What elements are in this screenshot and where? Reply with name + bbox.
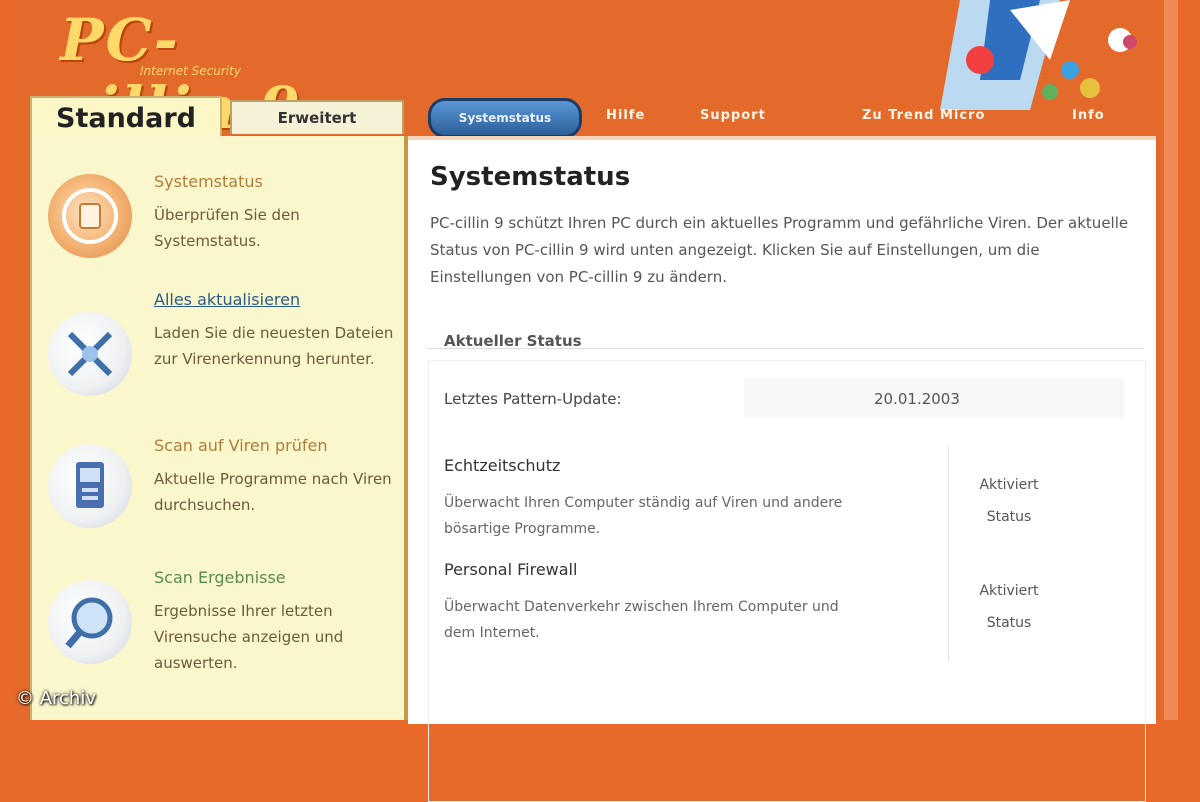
sidebar-item-title: Alles aktualisieren xyxy=(154,290,301,309)
scan-computer-icon xyxy=(48,444,132,528)
update-tools-icon xyxy=(48,312,132,396)
sidebar: Systemstatus Überprüfen Sie den Systemst… xyxy=(30,136,410,720)
main-panel: Systemstatus PC-cillin 9 schützt Ihren P… xyxy=(408,136,1156,802)
intro-text: PC-cillin 9 schützt Ihren PC durch ein a… xyxy=(430,214,1129,286)
status-shield-icon xyxy=(48,174,132,258)
results-magnifier-icon-graphic xyxy=(65,597,113,649)
image-credit: © Archiv xyxy=(16,688,96,709)
sidebar-item-desc: Überprüfen Sie den Systemstatus. xyxy=(154,206,300,250)
status-row-status[interactable]: Aktiviert Status xyxy=(948,446,1069,556)
nav-systemstatus-label: Systemstatus xyxy=(458,111,552,125)
nav-link-support[interactable]: Support xyxy=(700,108,766,123)
last-update-value: 20.01.2003 xyxy=(874,390,960,408)
page-title: Systemstatus xyxy=(430,162,631,192)
sidebar-item-title: Scan Ergebnisse xyxy=(154,568,286,587)
nav-systemstatus-button[interactable]: Systemstatus xyxy=(428,98,582,138)
sidebar-item-desc: Laden Sie die neuesten Dateien zur Viren… xyxy=(154,324,394,368)
status-row-title: Echtzeitschutz xyxy=(444,456,561,475)
update-tools-icon-graphic xyxy=(67,331,113,377)
tab-erweitert-label: Erweitert xyxy=(277,109,357,127)
status-shield-icon-graphic xyxy=(62,188,118,244)
nav-link-info[interactable]: Info xyxy=(1072,108,1105,123)
last-update-label: Letztes Pattern-Update: xyxy=(444,390,622,408)
nav-link-trend-micro[interactable]: Zu Trend Micro xyxy=(862,108,985,123)
status-row-desc: Überwacht Ihren Computer ständig auf Vir… xyxy=(444,495,843,537)
status-row-title: Personal Firewall xyxy=(444,560,578,579)
app-logo: PC-cillin 9 Internet Security xyxy=(60,0,320,142)
nav-link-hilfe[interactable]: Hilfe xyxy=(606,108,645,123)
status-row-status[interactable]: Aktiviert Status xyxy=(948,552,1069,662)
status-row-desc: Überwacht Datenverkehr zwischen Ihrem Co… xyxy=(444,599,839,641)
status-value: Aktiviert xyxy=(979,583,1039,599)
sidebar-item-desc: Ergebnisse Ihrer letzten Virensuche anze… xyxy=(154,602,344,672)
scan-computer-icon-graphic xyxy=(76,462,104,508)
status-caption: Status xyxy=(986,615,1032,631)
tab-standard[interactable]: Standard xyxy=(30,96,222,138)
sidebar-item-desc: Aktuelle Programme nach Viren durchsuche… xyxy=(154,470,392,514)
sidebar-item-title: Systemstatus xyxy=(154,172,263,191)
tab-standard-label: Standard xyxy=(56,102,196,134)
tab-erweitert[interactable]: Erweitert xyxy=(230,100,404,134)
section-divider xyxy=(428,348,1144,349)
results-magnifier-icon xyxy=(48,580,132,664)
status-value: Aktiviert xyxy=(979,477,1039,493)
sidebar-item-title: Scan auf Viren prüfen xyxy=(154,436,328,455)
logo-subtitle: Internet Security xyxy=(140,64,241,78)
header-artwork xyxy=(920,0,1160,110)
status-caption: Status xyxy=(986,509,1032,525)
header-artwork-graphic xyxy=(940,0,1137,110)
